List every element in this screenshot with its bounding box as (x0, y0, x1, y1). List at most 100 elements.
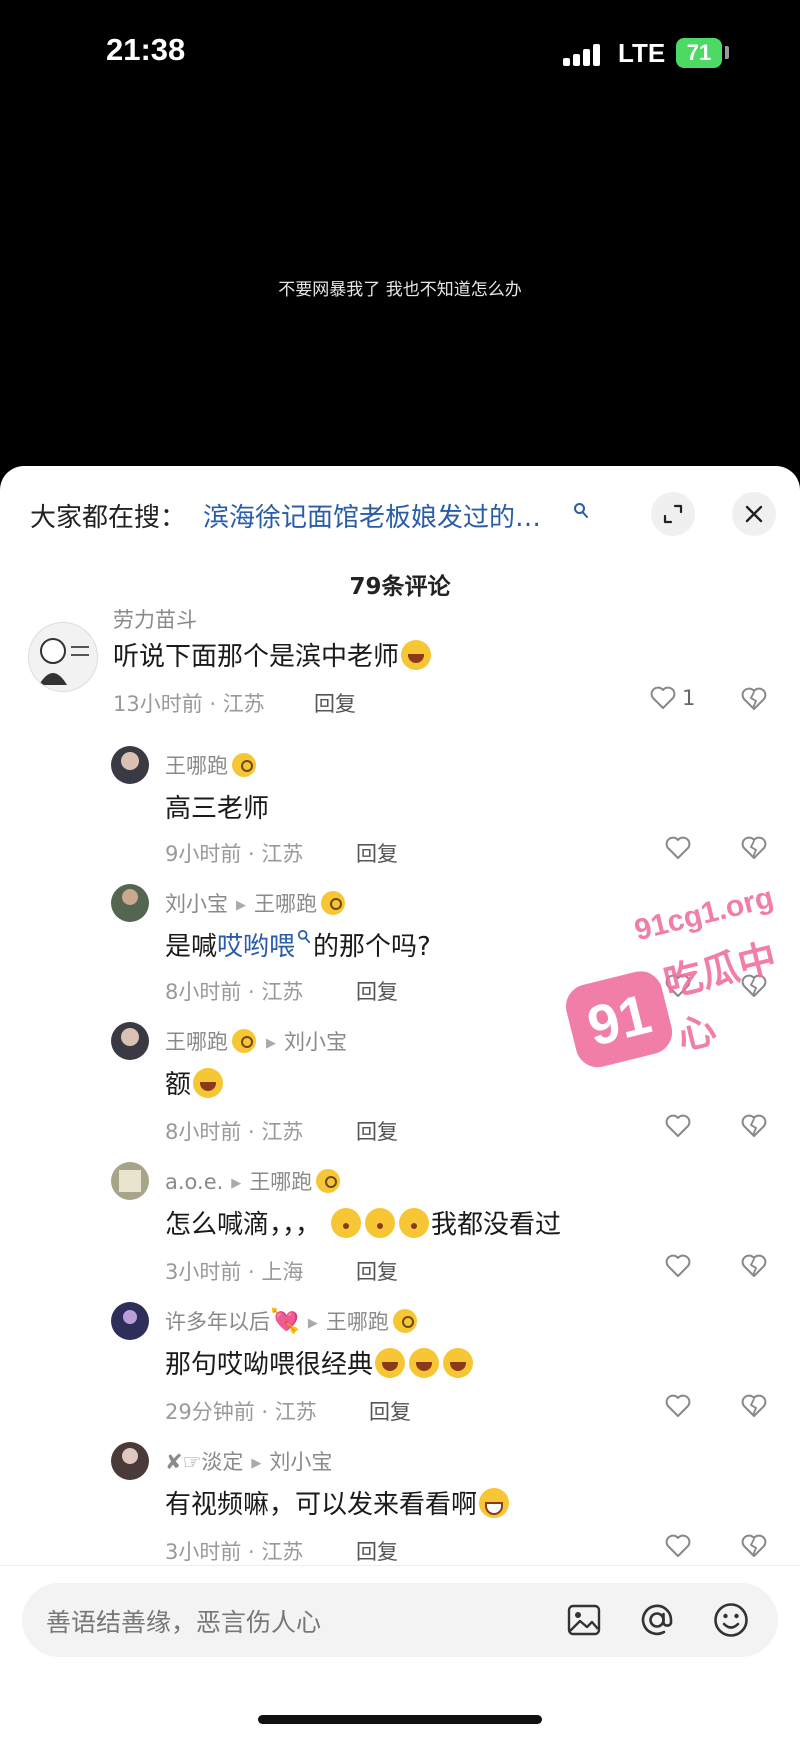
username-text: a.o.e. (165, 1170, 224, 1194)
reply-to-user[interactable]: 王哪跑 (326, 1310, 389, 1334)
comment-username[interactable]: a.o.e. ▶ 王哪跑 (165, 1166, 342, 1196)
comment-input[interactable]: 善语结善缘，恶言伤人心 (22, 1583, 778, 1657)
signal-icon (563, 42, 603, 66)
dislike-icon[interactable] (741, 1394, 767, 1418)
dislike-icon[interactable] (741, 687, 767, 711)
comment-text: 那句哎呦喂很经典 (165, 1344, 475, 1381)
reply-to-user[interactable]: 刘小宝 (284, 1030, 347, 1054)
comment-count: 79条评论 (349, 574, 451, 600)
reply-button[interactable]: 回复 (356, 1256, 398, 1286)
laugh-emoji (193, 1068, 224, 1098)
comment-item: 劳力苗斗 听说下面那个是滨中老师 13小时前 · 江苏 回复 1 (0, 604, 800, 734)
video-player[interactable]: 不要网暴我了 我也不知道怎么办 (0, 110, 800, 470)
battery-tip (725, 46, 729, 59)
comment-text: 高三老师 (165, 794, 270, 824)
reply-button[interactable]: 回复 (356, 1116, 398, 1146)
reply-arrow-icon: ▶ (251, 1456, 262, 1471)
reply-arrow-icon: ▶ (231, 1176, 242, 1191)
reply-arrow-icon: ▶ (266, 1036, 276, 1051)
dislike-icon[interactable] (741, 1254, 767, 1278)
expand-button[interactable] (651, 492, 695, 536)
mention-button[interactable] (636, 1599, 678, 1641)
avatar[interactable] (111, 1022, 149, 1060)
text-after: 的那个吗? (313, 932, 431, 962)
dislike-icon[interactable] (741, 1534, 767, 1558)
comment-username[interactable]: 王哪跑 (165, 750, 258, 780)
reply-to-user[interactable]: 王哪跑 (249, 1170, 312, 1194)
reply-button[interactable]: 回复 (314, 688, 356, 718)
comment-text-body: 有视频嘛，可以发来看看啊 (165, 1490, 478, 1520)
reply-button[interactable]: 回复 (356, 976, 398, 1006)
status-bar: 21:38 LTE 71 (0, 0, 800, 110)
avatar-image (39, 638, 89, 685)
search-label: 大家都在搜： (30, 503, 187, 533)
comment-username[interactable]: ✘☞淡定 ▶ 刘小宝 (165, 1446, 332, 1476)
reply-arrow-icon: ▶ (307, 1316, 318, 1331)
avatar[interactable] (111, 1302, 149, 1340)
laugh-emoji (409, 1348, 440, 1378)
reply-item: a.o.e. ▶ 王哪跑 怎么喊滴，，， 我都没看过 3小时前 · 上海 回复 (0, 1162, 800, 1292)
comment-meta: 3小时前 · 江苏 (165, 1540, 304, 1564)
username-text: ✘☞淡定 (165, 1450, 244, 1474)
avatar[interactable] (28, 622, 98, 692)
comment-text: 额 (165, 1064, 225, 1101)
username-text: 王哪跑 (165, 754, 228, 778)
kiss-emoji (399, 1208, 430, 1238)
like-count: 1 (682, 686, 696, 710)
heart-icon[interactable] (665, 1254, 691, 1278)
comment-text: 有视频嘛，可以发来看看啊 (165, 1484, 511, 1521)
reply-button[interactable]: 回复 (369, 1396, 411, 1426)
laugh-emoji (443, 1348, 474, 1378)
comment-text: 怎么喊滴，，， 我都没看过 (165, 1204, 561, 1241)
thinking-emoji (232, 753, 256, 777)
dislike-icon[interactable] (741, 1114, 767, 1138)
reply-to-user[interactable]: 王哪跑 (254, 892, 317, 916)
reply-item: 许多年以后💘 ▶ 王哪跑 那句哎呦喂很经典 29分钟前 · 江苏 回复 (0, 1302, 800, 1432)
expand-icon (663, 504, 683, 524)
reply-button[interactable]: 回复 (356, 838, 398, 868)
emoji-button[interactable] (710, 1599, 752, 1641)
close-icon (745, 505, 763, 523)
comment-username[interactable]: 刘小宝 ▶ 王哪跑 (165, 888, 347, 918)
comment-meta: 3小时前 · 上海 (165, 1260, 304, 1284)
comment-username[interactable]: 王哪跑 ▶ 刘小宝 (165, 1026, 347, 1056)
kiss-emoji (365, 1208, 396, 1238)
comment-meta: 29分钟前 · 江苏 (165, 1400, 317, 1424)
thinking-emoji (321, 891, 345, 915)
like-button[interactable]: 1 (650, 686, 695, 710)
reply-to-user[interactable]: 刘小宝 (269, 1450, 332, 1474)
search-icon[interactable] (573, 502, 589, 520)
heart-icon[interactable] (665, 1114, 691, 1138)
kiss-emoji (331, 1208, 362, 1238)
reply-button[interactable]: 回复 (356, 1536, 398, 1566)
comment-meta: 8小时前 · 江苏 (165, 980, 304, 1004)
close-button[interactable] (732, 492, 776, 536)
comment-text-body: 额 (165, 1070, 192, 1100)
thinking-emoji (232, 1029, 256, 1053)
avatar[interactable] (111, 884, 149, 922)
comment-text-body: 听说下面那个是滨中老师 (113, 642, 400, 672)
heart-icon (650, 686, 676, 709)
search-icon[interactable] (297, 929, 311, 945)
comment-text: 听说下面那个是滨中老师 (113, 636, 433, 673)
avatar[interactable] (111, 1162, 149, 1200)
home-indicator[interactable] (258, 1715, 542, 1724)
comment-username[interactable]: 劳力苗斗 (113, 604, 197, 634)
heart-icon[interactable] (665, 1534, 691, 1558)
comment-username[interactable]: 许多年以后💘 ▶ 王哪跑 (165, 1306, 419, 1336)
text-after: 我都没看过 (431, 1210, 562, 1240)
username-text: 王哪跑 (165, 1030, 228, 1054)
video-subtitle: 不要网暴我了 我也不知道怎么办 (278, 280, 522, 300)
avatar[interactable] (111, 746, 149, 784)
input-placeholder: 善语结善缘，恶言伤人心 (46, 1608, 322, 1637)
emoji-icon (714, 1603, 748, 1637)
avatar[interactable] (111, 1442, 149, 1480)
image-button[interactable] (563, 1599, 605, 1641)
search-suggestion-link[interactable]: 滨海徐记面馆老板娘发过的… (203, 497, 541, 534)
dislike-icon[interactable] (741, 836, 767, 860)
text-before: 怎么喊滴，，， (165, 1210, 322, 1240)
heart-icon[interactable] (665, 1394, 691, 1418)
text-before: 是喊 (165, 932, 218, 962)
search-keyword-link[interactable]: 哎哟喂 (217, 932, 295, 962)
heart-icon[interactable] (665, 836, 691, 860)
